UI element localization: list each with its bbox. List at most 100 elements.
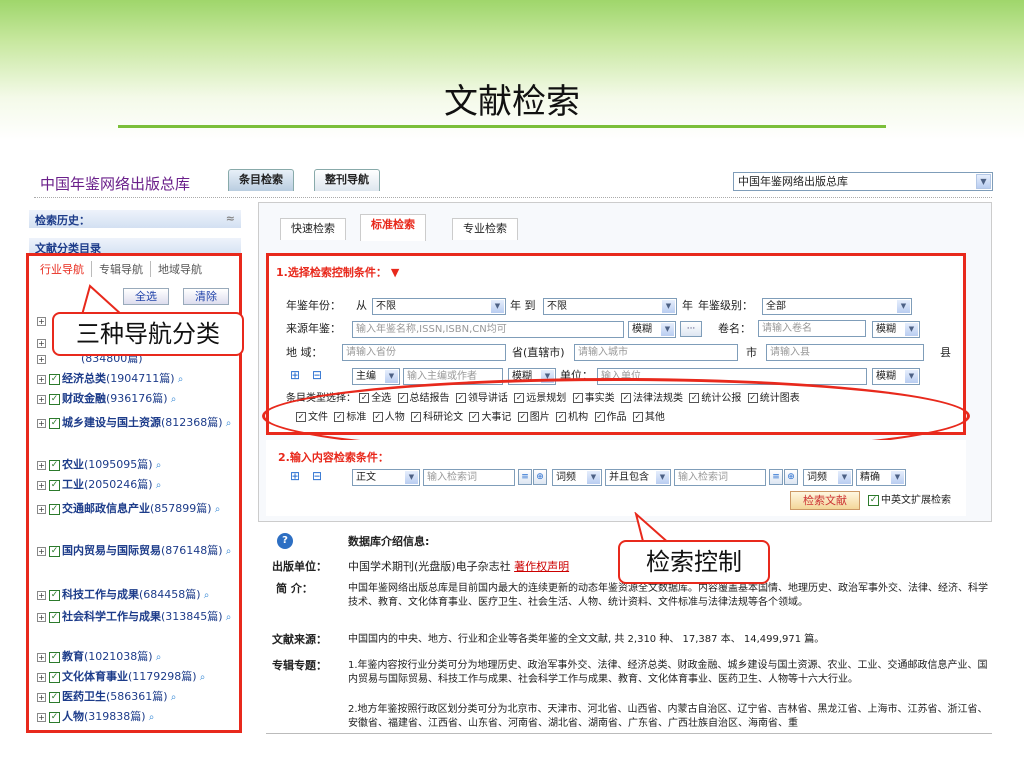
select-all-button[interactable]: 全选 xyxy=(123,288,169,305)
checkbox[interactable]: ✓ xyxy=(49,589,60,601)
expand-icon[interactable]: + xyxy=(37,504,46,514)
magnifier-icon[interactable]: ⌕ xyxy=(223,546,232,557)
match-select[interactable]: 精确 ▼ xyxy=(856,469,906,486)
volume-fuzzy-select[interactable]: 模糊 ▼ xyxy=(872,321,920,338)
city-input[interactable]: 请输入城市 xyxy=(574,344,738,361)
checkbox[interactable]: ✓ xyxy=(49,373,60,385)
expand-icon[interactable]: + xyxy=(37,692,46,702)
magnifier-icon[interactable]: ⌕ xyxy=(168,692,177,703)
clear-button[interactable]: 清除 xyxy=(183,288,229,305)
copyright-link[interactable]: 著作权声明 xyxy=(514,560,569,573)
field-select[interactable]: 正文 ▼ xyxy=(352,469,420,486)
remove-row-icon[interactable]: ⊟ xyxy=(312,368,322,382)
chevron-down-icon[interactable]: ▼ xyxy=(391,266,399,279)
checkbox[interactable]: ✓ xyxy=(49,711,60,723)
magnifier-icon[interactable]: ⌕ xyxy=(197,672,206,683)
checkbox[interactable]: ✓ xyxy=(49,611,60,623)
freq-select[interactable]: 词频 ▼ xyxy=(552,469,602,486)
ext-search-option[interactable]: ✓ 中英文扩展检索 xyxy=(868,492,951,510)
expand-icon[interactable]: + xyxy=(37,612,46,622)
expand-icon[interactable]: + xyxy=(37,460,46,470)
database-select[interactable]: 中国年鉴网络出版总库 ▼ xyxy=(733,172,993,191)
level-select[interactable]: 全部 ▼ xyxy=(762,298,912,315)
list-item[interactable]: + ✓ 财政金融(936176篇) ⌕ xyxy=(37,390,237,408)
checkbox[interactable]: ✓ xyxy=(49,671,60,683)
more-button[interactable]: ··· xyxy=(680,321,702,337)
tab-topic-nav[interactable]: 专辑导航 xyxy=(92,261,151,277)
checkbox[interactable]: ✓ xyxy=(49,503,60,515)
magnifier-icon[interactable]: ⌕ xyxy=(153,480,162,491)
remove-row-icon[interactable]: ⊟ xyxy=(312,469,322,483)
list-item[interactable]: + ✓ 文化体育事业(1179298篇) ⌕ xyxy=(37,668,237,686)
list-item[interactable]: + ✓ 农业(1095095篇) ⌕ xyxy=(37,456,237,474)
magnifier-icon[interactable]: ⌕ xyxy=(146,712,155,723)
tab-journal-nav[interactable]: 整刊导航 xyxy=(314,169,380,191)
checkbox[interactable]: ✓ xyxy=(49,393,60,405)
expand-icon[interactable]: + xyxy=(37,354,46,364)
list-item[interactable]: + ✓ 国内贸易与国际贸易(876148篇) ⌕ xyxy=(37,542,237,560)
unit-fuzzy-select[interactable]: 模糊 ▼ xyxy=(872,368,920,385)
search-button[interactable]: 检索文献 xyxy=(790,491,860,510)
magnifier-icon[interactable]: ⌕ xyxy=(223,418,232,429)
list-item[interactable]: + ✓ 人物(319838篇) ⌕ xyxy=(37,708,237,726)
tab-entry-search[interactable]: 条目检索 xyxy=(228,169,294,191)
expand-icon[interactable]: + xyxy=(37,672,46,682)
checkbox[interactable]: ✓ xyxy=(49,459,60,471)
keyword-input-2[interactable]: 输入检索词 xyxy=(674,469,766,486)
editor-select[interactable]: 主编 ▼ xyxy=(352,368,400,385)
expand-icon[interactable]: + xyxy=(37,652,46,662)
source-input[interactable]: 输入年鉴名称,ISSN,ISBN,CN均可 xyxy=(352,321,624,338)
expand-icon[interactable]: + xyxy=(37,590,46,600)
tab-industry-nav[interactable]: 行业导航 xyxy=(33,261,92,277)
checkbox[interactable]: ✓ xyxy=(49,691,60,703)
expand-icon[interactable]: + xyxy=(37,480,46,490)
checkbox[interactable]: ✓ xyxy=(49,545,60,557)
freq-icon[interactable]: ≡ xyxy=(769,469,783,485)
help-icon[interactable]: ? xyxy=(277,533,293,549)
year-to-select[interactable]: 不限 ▼ xyxy=(543,298,677,315)
search-history-bar[interactable]: 检索历史： ≈ xyxy=(29,210,241,228)
list-item[interactable]: + ✓ 科技工作与成果(684458篇) ⌕ xyxy=(37,586,237,604)
magnifier-icon[interactable]: ⌕ xyxy=(168,394,177,405)
county-input[interactable]: 请输入县 xyxy=(766,344,924,361)
list-item[interactable]: + ✓ 经济总类(1904711篇) ⌕ xyxy=(37,370,237,388)
volume-input[interactable]: 请输入卷名 xyxy=(758,320,866,337)
add-row-icon[interactable]: ⊞ xyxy=(290,368,300,382)
keyword-input-1[interactable]: 输入检索词 xyxy=(423,469,515,486)
magnifier-icon[interactable]: ⌕ xyxy=(153,652,162,663)
add-row-icon[interactable]: ⊞ xyxy=(290,469,300,483)
expand-icon[interactable]: + xyxy=(37,338,46,348)
checkbox[interactable]: ✓ xyxy=(49,651,60,663)
tab-advanced-search[interactable]: 专业检索 xyxy=(452,218,518,240)
expand-icon[interactable]: + xyxy=(37,316,46,326)
list-item[interactable]: + ✓ 交通邮政信息产业(857899篇) ⌕ xyxy=(37,500,237,518)
list-item[interactable]: + ✓ 城乡建设与国土资源(812368篇) ⌕ xyxy=(37,414,237,432)
freq-select-2[interactable]: 词频 ▼ xyxy=(803,469,853,486)
magnifier-icon[interactable]: ⌕ xyxy=(153,460,162,471)
tab-standard-search[interactable]: 标准检索 xyxy=(360,214,426,241)
list-item[interactable]: + ✓ 教育(1021038篇) ⌕ xyxy=(37,648,237,666)
checkbox[interactable]: ✓ xyxy=(868,494,879,506)
magnifier-icon[interactable]: ⌕ xyxy=(223,612,232,623)
freq-icon[interactable]: ≡ xyxy=(518,469,532,485)
magnifier-icon[interactable]: ⌕ xyxy=(175,374,184,385)
magnifier-icon[interactable]: ⌕ xyxy=(212,504,221,515)
year-from-select[interactable]: 不限 ▼ xyxy=(372,298,506,315)
expand-icon[interactable]: + xyxy=(37,418,46,428)
list-item[interactable]: + ✓ 医药卫生(586361篇) ⌕ xyxy=(37,688,237,706)
expand-icon[interactable]: + xyxy=(37,712,46,722)
checkbox[interactable]: ✓ xyxy=(49,479,60,491)
expand-terms-icon[interactable]: ⊕ xyxy=(784,469,798,485)
tab-quick-search[interactable]: 快速检索 xyxy=(280,218,346,240)
expand-icon[interactable]: + xyxy=(37,374,46,384)
province-input[interactable]: 请输入省份 xyxy=(342,344,506,361)
list-item[interactable]: + ✓ 社会科学工作与成果(313845篇) ⌕ xyxy=(37,608,237,626)
expand-icon[interactable]: + xyxy=(37,546,46,556)
source-fuzzy-select[interactable]: 模糊 ▼ xyxy=(628,321,676,338)
logic-select[interactable]: 并且包含 ▼ xyxy=(605,469,671,486)
magnifier-icon[interactable]: ⌕ xyxy=(201,590,210,601)
expand-icon[interactable]: + xyxy=(37,394,46,404)
checkbox[interactable]: ✓ xyxy=(49,417,60,429)
tab-region-nav[interactable]: 地域导航 xyxy=(151,261,209,277)
list-item[interactable]: + ✓ 工业(2050246篇) ⌕ xyxy=(37,476,237,494)
